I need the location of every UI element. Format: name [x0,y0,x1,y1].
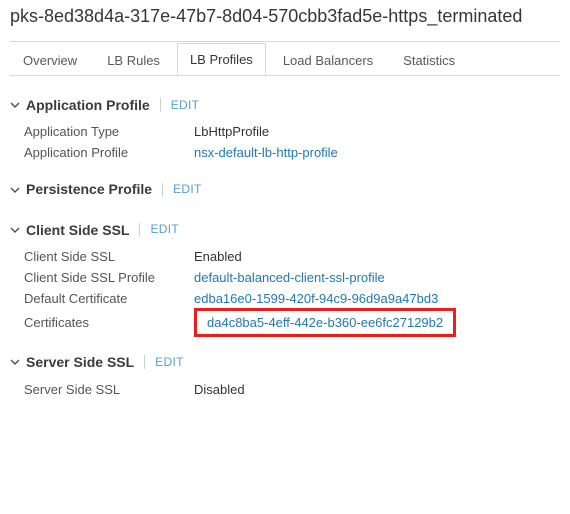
chevron-down-icon[interactable] [10,225,20,235]
kv-key: Certificates [24,315,194,330]
kv-row: Application Type LbHttpProfile [24,124,560,139]
tab-overview[interactable]: Overview [10,44,90,77]
kv-key: Default Certificate [24,291,194,306]
kv-value: LbHttpProfile [194,124,269,139]
divider-vertical [144,355,145,369]
kv-key: Application Profile [24,145,194,160]
kv-row: Application Profile nsx-default-lb-http-… [24,145,560,160]
kv-row: Client Side SSL Profile default-balanced… [24,270,560,285]
tab-load-balancers[interactable]: Load Balancers [270,44,386,77]
divider-vertical [160,98,161,112]
edit-button[interactable]: EDIT [150,220,179,239]
page-title: pks-8ed38d4a-317e-47b7-8d04-570cbb3fad5e… [10,6,560,27]
kv-row: Certificates da4c8ba5-4eff-442e-b360-ee6… [24,312,560,333]
kv-value-link[interactable]: da4c8ba5-4eff-442e-b360-ee6fc27129b2 [207,315,443,330]
kv-key: Client Side SSL Profile [24,270,194,285]
kv-value-link[interactable]: edba16e0-1599-420f-94c9-96d9a9a47bd3 [194,291,438,306]
section-application-profile: Application Profile EDIT Application Typ… [10,94,560,160]
kv-row: Default Certificate edba16e0-1599-420f-9… [24,291,560,306]
section-title: Client Side SSL [26,219,129,241]
section-title: Application Profile [26,94,150,116]
tab-statistics[interactable]: Statistics [390,44,468,77]
section-persistence-profile: Persistence Profile EDIT [10,178,560,200]
kv-value-link[interactable]: nsx-default-lb-http-profile [194,145,338,160]
section-title: Persistence Profile [26,178,152,200]
highlight-box: da4c8ba5-4eff-442e-b360-ee6fc27129b2 [194,308,456,337]
kv-value-link[interactable]: default-balanced-client-ssl-profile [194,270,385,285]
kv-value: Enabled [194,249,242,264]
kv-key: Client Side SSL [24,249,194,264]
chevron-down-icon[interactable] [10,357,20,367]
section-title: Server Side SSL [26,351,134,373]
chevron-down-icon[interactable] [10,100,20,110]
tabs-bar: Overview LB Rules LB Profiles Load Balan… [10,42,560,76]
kv-key: Server Side SSL [24,382,194,397]
section-server-side-ssl: Server Side SSL EDIT Server Side SSL Dis… [10,351,560,396]
kv-row: Client Side SSL Enabled [24,249,560,264]
tab-lb-profiles[interactable]: LB Profiles [177,43,266,77]
edit-button[interactable]: EDIT [173,180,202,199]
divider-vertical [139,223,140,237]
edit-button[interactable]: EDIT [155,353,184,372]
divider-vertical [162,183,163,197]
chevron-down-icon[interactable] [10,185,20,195]
kv-key: Application Type [24,124,194,139]
edit-button[interactable]: EDIT [171,96,200,115]
kv-row: Server Side SSL Disabled [24,382,560,397]
kv-value: Disabled [194,382,245,397]
tab-lb-rules[interactable]: LB Rules [94,44,173,77]
section-client-side-ssl: Client Side SSL EDIT Client Side SSL Ena… [10,219,560,333]
